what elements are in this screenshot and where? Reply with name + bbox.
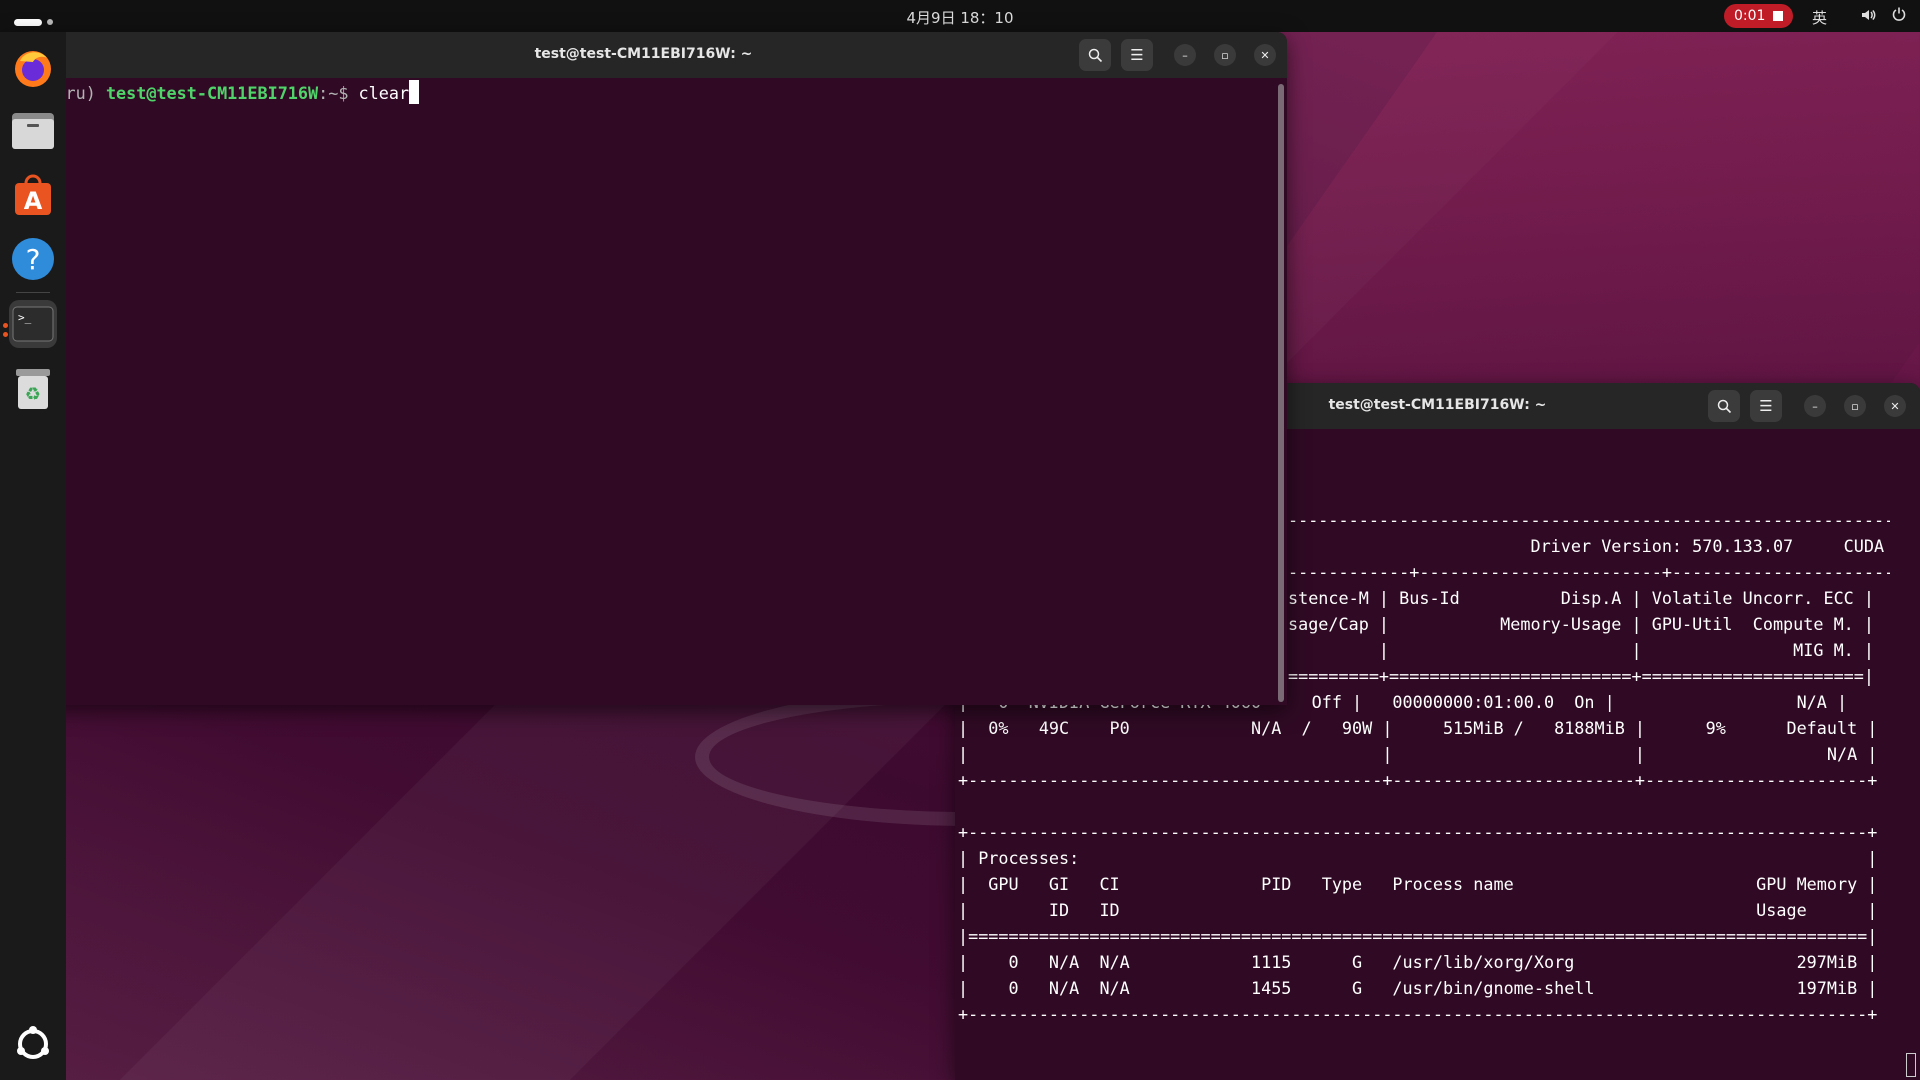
minimize-icon: – xyxy=(1812,399,1818,413)
clock[interactable]: 4月9日 18：10 xyxy=(0,7,1920,28)
close-button[interactable]: ✕ xyxy=(1254,44,1276,66)
screen-recording-indicator[interactable]: 0:01 xyxy=(1724,4,1794,28)
maximize-button[interactable]: ▫ xyxy=(1214,44,1236,66)
dock: A ? >_ ♻ xyxy=(0,32,66,1080)
terminal-output[interactable]: (mineru) test@test-CM11EBI716W:~$ clear xyxy=(0,80,1287,106)
close-icon: ✕ xyxy=(1890,399,1900,413)
search-button[interactable] xyxy=(1079,39,1111,71)
terminal-icon[interactable]: >_ xyxy=(9,300,57,348)
close-button[interactable]: ✕ xyxy=(1884,395,1906,417)
svg-text:A: A xyxy=(24,187,43,215)
terminal-line: +---------------------------------------… xyxy=(958,822,1878,842)
stop-icon xyxy=(1773,11,1784,21)
terminal-line: | Processes: | xyxy=(958,848,1878,868)
text-cursor xyxy=(1906,1053,1916,1077)
prompt-path: :~$ xyxy=(318,83,359,103)
typed-command: clear xyxy=(358,83,410,103)
files-icon[interactable] xyxy=(9,107,57,155)
hamburger-icon: ☰ xyxy=(1130,46,1144,64)
menu-button[interactable]: ☰ xyxy=(1121,39,1153,71)
svg-text:?: ? xyxy=(26,243,41,276)
prompt-user-host: test@test-CM11EBI716W xyxy=(105,83,319,103)
svg-text:♻: ♻ xyxy=(25,384,41,405)
terminal-window-main[interactable]: test@test-CM11EBI716W: ~ ☰ – ▫ ✕ (mineru… xyxy=(0,32,1287,705)
terminal-line: |=======================================… xyxy=(958,926,1878,946)
terminal-line: | 0 N/A N/A 1455 G /usr/bin/gnome-shell … xyxy=(958,978,1878,998)
close-icon: ✕ xyxy=(1260,48,1270,62)
input-method-indicator[interactable]: 英 xyxy=(1812,7,1827,28)
terminal-line: +---------------------------------------… xyxy=(958,770,1878,790)
power-icon[interactable] xyxy=(1891,6,1907,26)
top-bar: 4月9日 18：10 0:01 英 xyxy=(0,0,1920,32)
search-icon xyxy=(1088,48,1102,62)
terminal-line: +---------------------------------------… xyxy=(958,1004,1878,1024)
firefox-icon[interactable] xyxy=(9,44,57,92)
terminal-line: | 0% 49C P0 N/A / 90W | 515MiB / 8188MiB… xyxy=(958,718,1878,738)
running-indicator xyxy=(3,332,8,337)
text-cursor xyxy=(409,80,420,104)
maximize-icon: ▫ xyxy=(1221,48,1229,62)
trash-icon[interactable]: ♻ xyxy=(9,365,57,413)
maximize-icon: ▫ xyxy=(1851,399,1859,413)
window-header[interactable]: test@test-CM11EBI716W: ~ ☰ – ▫ ✕ xyxy=(0,32,1287,78)
svg-text:>_: >_ xyxy=(18,311,32,324)
maximize-button[interactable]: ▫ xyxy=(1844,395,1866,417)
hamburger-icon: ☰ xyxy=(1759,397,1773,415)
help-icon[interactable]: ? xyxy=(9,235,57,283)
terminal-line: | 0 N/A N/A 1115 G /usr/lib/xorg/Xorg 29… xyxy=(958,952,1878,972)
show-apps-icon[interactable] xyxy=(9,1020,57,1068)
minimize-button[interactable]: – xyxy=(1174,44,1196,66)
minimize-icon: – xyxy=(1182,48,1188,62)
terminal-line: | | | N/A | xyxy=(958,744,1878,764)
dock-separator xyxy=(16,292,50,293)
running-indicator xyxy=(3,323,8,328)
minimize-button[interactable]: – xyxy=(1804,395,1826,417)
scrollbar[interactable] xyxy=(1278,84,1284,702)
search-button[interactable] xyxy=(1708,390,1740,422)
recording-time: 0:01 xyxy=(1734,8,1766,24)
app-center-icon[interactable]: A xyxy=(9,171,57,219)
volume-icon[interactable] xyxy=(1860,7,1876,27)
menu-button[interactable]: ☰ xyxy=(1750,390,1782,422)
terminal-line: | ID ID Usage | xyxy=(958,900,1878,920)
terminal-line: | GPU GI CI PID Type Process name GPU Me… xyxy=(958,874,1878,894)
search-icon xyxy=(1717,399,1731,413)
